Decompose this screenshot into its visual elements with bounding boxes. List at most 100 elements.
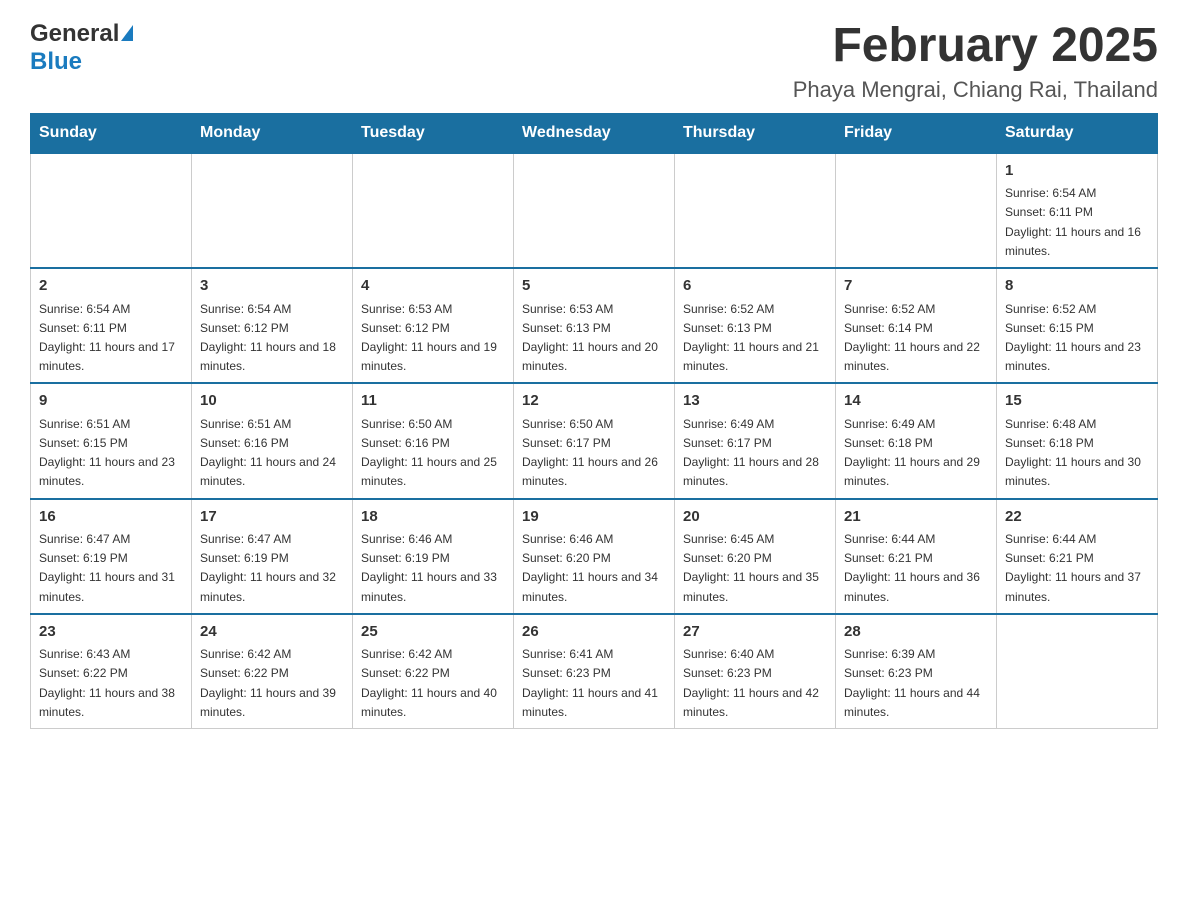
day-info: Sunrise: 6:41 AM Sunset: 6:23 PM Dayligh… (522, 645, 666, 722)
calendar-cell: 10Sunrise: 6:51 AM Sunset: 6:16 PM Dayli… (192, 383, 353, 498)
calendar-cell: 18Sunrise: 6:46 AM Sunset: 6:19 PM Dayli… (353, 499, 514, 614)
day-info: Sunrise: 6:48 AM Sunset: 6:18 PM Dayligh… (1005, 415, 1149, 492)
calendar-cell: 2Sunrise: 6:54 AM Sunset: 6:11 PM Daylig… (31, 268, 192, 383)
day-number: 16 (39, 506, 183, 529)
day-number: 6 (683, 275, 827, 298)
calendar-cell: 26Sunrise: 6:41 AM Sunset: 6:23 PM Dayli… (514, 614, 675, 729)
logo-triangle-icon (121, 25, 133, 41)
week-row-3: 9Sunrise: 6:51 AM Sunset: 6:15 PM Daylig… (31, 383, 1158, 498)
day-number: 23 (39, 621, 183, 644)
day-info: Sunrise: 6:54 AM Sunset: 6:12 PM Dayligh… (200, 300, 344, 377)
day-number: 11 (361, 390, 505, 413)
calendar-cell (31, 153, 192, 268)
logo-general-text: General (30, 20, 119, 48)
day-number: 8 (1005, 275, 1149, 298)
calendar-header: SundayMondayTuesdayWednesdayThursdayFrid… (31, 113, 1158, 153)
day-info: Sunrise: 6:53 AM Sunset: 6:12 PM Dayligh… (361, 300, 505, 377)
calendar-cell: 19Sunrise: 6:46 AM Sunset: 6:20 PM Dayli… (514, 499, 675, 614)
day-number: 5 (522, 275, 666, 298)
day-info: Sunrise: 6:54 AM Sunset: 6:11 PM Dayligh… (39, 300, 183, 377)
day-number: 19 (522, 506, 666, 529)
calendar-cell: 1Sunrise: 6:54 AM Sunset: 6:11 PM Daylig… (997, 153, 1158, 268)
calendar-cell: 7Sunrise: 6:52 AM Sunset: 6:14 PM Daylig… (836, 268, 997, 383)
calendar-cell: 16Sunrise: 6:47 AM Sunset: 6:19 PM Dayli… (31, 499, 192, 614)
day-number: 3 (200, 275, 344, 298)
day-info: Sunrise: 6:51 AM Sunset: 6:15 PM Dayligh… (39, 415, 183, 492)
day-number: 27 (683, 621, 827, 644)
day-number: 9 (39, 390, 183, 413)
calendar-cell (675, 153, 836, 268)
day-number: 15 (1005, 390, 1149, 413)
day-info: Sunrise: 6:50 AM Sunset: 6:17 PM Dayligh… (522, 415, 666, 492)
day-number: 12 (522, 390, 666, 413)
header-tuesday: Tuesday (353, 113, 514, 153)
day-info: Sunrise: 6:45 AM Sunset: 6:20 PM Dayligh… (683, 530, 827, 607)
logo-blue-text: Blue (30, 48, 82, 75)
calendar-cell: 15Sunrise: 6:48 AM Sunset: 6:18 PM Dayli… (997, 383, 1158, 498)
calendar-cell: 5Sunrise: 6:53 AM Sunset: 6:13 PM Daylig… (514, 268, 675, 383)
calendar-cell: 22Sunrise: 6:44 AM Sunset: 6:21 PM Dayli… (997, 499, 1158, 614)
day-number: 1 (1005, 160, 1149, 183)
day-number: 25 (361, 621, 505, 644)
day-number: 4 (361, 275, 505, 298)
calendar-cell: 13Sunrise: 6:49 AM Sunset: 6:17 PM Dayli… (675, 383, 836, 498)
day-number: 2 (39, 275, 183, 298)
calendar-cell: 27Sunrise: 6:40 AM Sunset: 6:23 PM Dayli… (675, 614, 836, 729)
day-number: 22 (1005, 506, 1149, 529)
location-title: Phaya Mengrai, Chiang Rai, Thailand (793, 77, 1158, 103)
day-info: Sunrise: 6:46 AM Sunset: 6:20 PM Dayligh… (522, 530, 666, 607)
day-info: Sunrise: 6:42 AM Sunset: 6:22 PM Dayligh… (361, 645, 505, 722)
day-info: Sunrise: 6:51 AM Sunset: 6:16 PM Dayligh… (200, 415, 344, 492)
calendar-cell: 28Sunrise: 6:39 AM Sunset: 6:23 PM Dayli… (836, 614, 997, 729)
day-number: 28 (844, 621, 988, 644)
day-number: 18 (361, 506, 505, 529)
logo: General Blue (30, 20, 133, 76)
calendar-cell: 20Sunrise: 6:45 AM Sunset: 6:20 PM Dayli… (675, 499, 836, 614)
header-thursday: Thursday (675, 113, 836, 153)
header-wednesday: Wednesday (514, 113, 675, 153)
calendar-cell: 24Sunrise: 6:42 AM Sunset: 6:22 PM Dayli… (192, 614, 353, 729)
header-row: SundayMondayTuesdayWednesdayThursdayFrid… (31, 113, 1158, 153)
week-row-1: 1Sunrise: 6:54 AM Sunset: 6:11 PM Daylig… (31, 153, 1158, 268)
calendar-table: SundayMondayTuesdayWednesdayThursdayFrid… (30, 113, 1158, 729)
calendar-cell: 11Sunrise: 6:50 AM Sunset: 6:16 PM Dayli… (353, 383, 514, 498)
day-info: Sunrise: 6:52 AM Sunset: 6:15 PM Dayligh… (1005, 300, 1149, 377)
day-info: Sunrise: 6:52 AM Sunset: 6:14 PM Dayligh… (844, 300, 988, 377)
day-info: Sunrise: 6:40 AM Sunset: 6:23 PM Dayligh… (683, 645, 827, 722)
header-monday: Monday (192, 113, 353, 153)
calendar-cell: 23Sunrise: 6:43 AM Sunset: 6:22 PM Dayli… (31, 614, 192, 729)
day-info: Sunrise: 6:39 AM Sunset: 6:23 PM Dayligh… (844, 645, 988, 722)
week-row-4: 16Sunrise: 6:47 AM Sunset: 6:19 PM Dayli… (31, 499, 1158, 614)
month-title: February 2025 (793, 20, 1158, 73)
day-number: 7 (844, 275, 988, 298)
day-info: Sunrise: 6:53 AM Sunset: 6:13 PM Dayligh… (522, 300, 666, 377)
day-number: 26 (522, 621, 666, 644)
day-info: Sunrise: 6:42 AM Sunset: 6:22 PM Dayligh… (200, 645, 344, 722)
calendar-cell (836, 153, 997, 268)
header-friday: Friday (836, 113, 997, 153)
calendar-cell: 4Sunrise: 6:53 AM Sunset: 6:12 PM Daylig… (353, 268, 514, 383)
day-info: Sunrise: 6:43 AM Sunset: 6:22 PM Dayligh… (39, 645, 183, 722)
page-header: General Blue February 2025 Phaya Mengrai… (30, 20, 1158, 103)
calendar-cell: 17Sunrise: 6:47 AM Sunset: 6:19 PM Dayli… (192, 499, 353, 614)
day-info: Sunrise: 6:52 AM Sunset: 6:13 PM Dayligh… (683, 300, 827, 377)
day-number: 14 (844, 390, 988, 413)
calendar-cell: 9Sunrise: 6:51 AM Sunset: 6:15 PM Daylig… (31, 383, 192, 498)
day-info: Sunrise: 6:44 AM Sunset: 6:21 PM Dayligh… (844, 530, 988, 607)
day-number: 20 (683, 506, 827, 529)
day-info: Sunrise: 6:49 AM Sunset: 6:17 PM Dayligh… (683, 415, 827, 492)
calendar-cell: 3Sunrise: 6:54 AM Sunset: 6:12 PM Daylig… (192, 268, 353, 383)
calendar-cell: 8Sunrise: 6:52 AM Sunset: 6:15 PM Daylig… (997, 268, 1158, 383)
title-block: February 2025 Phaya Mengrai, Chiang Rai,… (793, 20, 1158, 103)
calendar-cell: 21Sunrise: 6:44 AM Sunset: 6:21 PM Dayli… (836, 499, 997, 614)
calendar-cell: 12Sunrise: 6:50 AM Sunset: 6:17 PM Dayli… (514, 383, 675, 498)
calendar-cell: 6Sunrise: 6:52 AM Sunset: 6:13 PM Daylig… (675, 268, 836, 383)
header-saturday: Saturday (997, 113, 1158, 153)
day-info: Sunrise: 6:44 AM Sunset: 6:21 PM Dayligh… (1005, 530, 1149, 607)
day-info: Sunrise: 6:49 AM Sunset: 6:18 PM Dayligh… (844, 415, 988, 492)
calendar-cell (997, 614, 1158, 729)
calendar-cell: 25Sunrise: 6:42 AM Sunset: 6:22 PM Dayli… (353, 614, 514, 729)
calendar-cell (353, 153, 514, 268)
day-number: 21 (844, 506, 988, 529)
week-row-2: 2Sunrise: 6:54 AM Sunset: 6:11 PM Daylig… (31, 268, 1158, 383)
